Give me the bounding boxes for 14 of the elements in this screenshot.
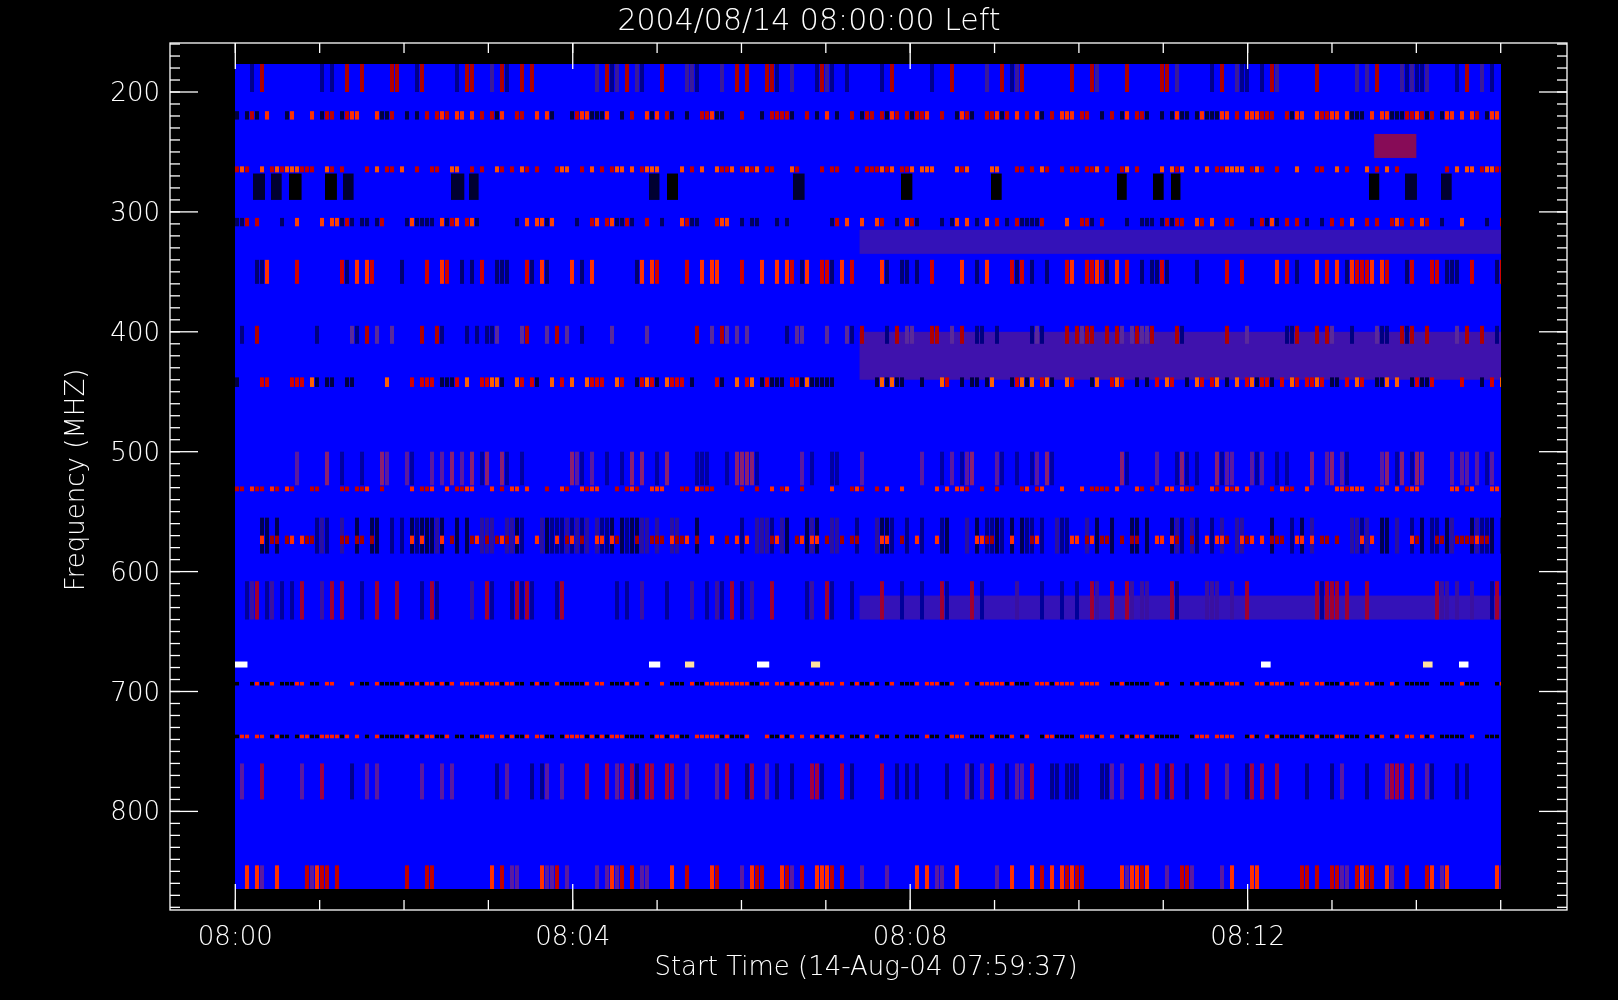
y-tick-label: 700 [110,676,160,707]
y-tick-label: 600 [110,556,160,587]
y-tick-label: 400 [110,316,160,347]
x-tick-label: 08:08 [872,921,948,951]
x-tick-label: 08:00 [197,921,273,951]
y-axis-title: Frequency (MHZ) [60,368,90,592]
y-tick-label: 500 [110,436,160,467]
plot-title: 2004/08/14 08:00:00 Left [617,2,1001,37]
y-tick-label: 200 [110,77,160,107]
y-tick-label: 300 [110,196,160,227]
x-axis-title: Start Time (14-Aug-04 07:59:37) [654,951,1078,981]
y-tick-label: 800 [110,796,160,827]
x-tick-label: 08:04 [535,921,611,951]
x-tick-label: 08:12 [1210,921,1286,951]
